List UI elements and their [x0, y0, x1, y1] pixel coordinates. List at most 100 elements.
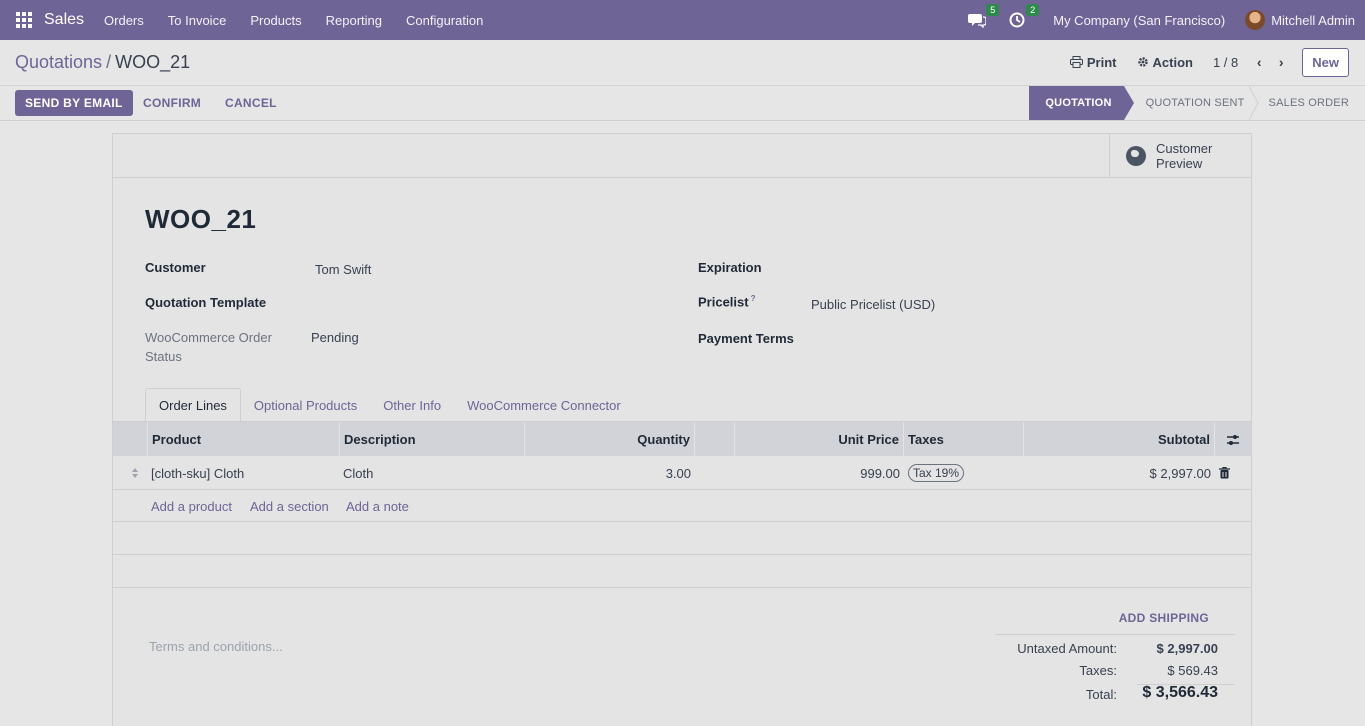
- add-product-link[interactable]: Add a product: [151, 490, 232, 522]
- tab-optional-products[interactable]: Optional Products: [241, 388, 370, 422]
- totals-divider: [995, 634, 1235, 635]
- cancel-button[interactable]: CANCEL: [225, 90, 277, 116]
- breadcrumb-separator: /: [106, 52, 112, 72]
- pricelist-field[interactable]: Public Pricelist (USD): [811, 297, 935, 312]
- tax-tag: Tax 19%: [908, 464, 965, 482]
- woocommerce-status-label: WooCommerce Order Status: [145, 328, 272, 366]
- terms-and-conditions-field[interactable]: Terms and conditions...: [149, 639, 283, 654]
- trash-icon[interactable]: [1215, 456, 1235, 490]
- menu-configuration[interactable]: Configuration: [406, 13, 483, 28]
- table-row[interactable]: [cloth-sku] Cloth Cloth 3.00 999.00 Tax …: [113, 456, 1251, 490]
- menu-reporting[interactable]: Reporting: [326, 13, 382, 28]
- woocommerce-status-value: Pending: [311, 330, 359, 345]
- print-label: Print: [1086, 54, 1117, 70]
- payment-terms-label: Payment Terms: [698, 331, 794, 346]
- blank-column-header: [695, 422, 735, 457]
- pricelist-label: Pricelist?: [698, 294, 755, 309]
- user-menu[interactable]: Mitchell Admin: [1271, 13, 1355, 28]
- column-unit-price[interactable]: Unit Price: [735, 422, 904, 457]
- customer-label: Customer: [145, 260, 206, 275]
- row-taxes[interactable]: Tax 19%: [904, 456, 1024, 490]
- woocommerce-status-label-line2: Status: [145, 349, 182, 364]
- print-button[interactable]: Print: [1069, 54, 1117, 70]
- tab-other-info[interactable]: Other Info: [370, 388, 454, 422]
- add-section-link[interactable]: Add a section: [250, 490, 329, 522]
- row-description[interactable]: Cloth: [339, 456, 525, 490]
- pricelist-help-icon[interactable]: ?: [751, 294, 756, 303]
- print-icon: [1069, 56, 1083, 68]
- breadcrumb: Quotations / WOO_21: [15, 52, 190, 73]
- status-quotation[interactable]: QUOTATION: [1029, 86, 1134, 120]
- untaxed-amount-value: $ 2,997.00: [1156, 641, 1218, 656]
- globe-icon: [1126, 146, 1146, 166]
- customer-preview-button[interactable]: Customer Preview: [1109, 134, 1251, 178]
- expiration-label: Expiration: [698, 260, 762, 275]
- column-subtotal[interactable]: Subtotal: [1024, 422, 1215, 457]
- tab-order-lines[interactable]: Order Lines: [145, 388, 241, 422]
- confirm-button[interactable]: CONFIRM: [143, 90, 201, 116]
- total-label: Total:: [1085, 687, 1117, 702]
- row-subtotal: $ 2,997.00: [1149, 465, 1211, 481]
- menu-orders[interactable]: Orders: [104, 13, 144, 28]
- top-navbar: Sales Orders To Invoice Products Reporti…: [0, 0, 1365, 40]
- control-panel: Quotations / WOO_21 Print Action 1 / 8 ‹ ›…: [0, 40, 1365, 121]
- activities-clock-icon[interactable]: 2: [1007, 4, 1040, 30]
- action-button[interactable]: Action: [1137, 55, 1193, 70]
- status-sales-order[interactable]: SALES ORDER: [1259, 86, 1365, 120]
- new-button[interactable]: New: [1302, 47, 1349, 77]
- column-product[interactable]: Product: [148, 422, 340, 457]
- menu-products[interactable]: Products: [250, 13, 301, 28]
- app-name[interactable]: Sales: [44, 11, 84, 29]
- quotation-template-field[interactable]: [315, 295, 655, 313]
- add-shipping-button[interactable]: ADD SHIPPING: [1119, 611, 1209, 625]
- taxes-row: Taxes: $ 569.43: [995, 663, 1235, 685]
- column-taxes[interactable]: Taxes: [904, 422, 1024, 457]
- row-product[interactable]: [cloth-sku] Cloth: [147, 456, 340, 490]
- column-description[interactable]: Description: [340, 422, 525, 457]
- menu-to-invoice[interactable]: To Invoice: [168, 13, 227, 28]
- send-by-email-button[interactable]: SEND BY EMAIL: [15, 90, 133, 116]
- form-sheet: Customer Preview WOO_21 Customer Tom Swi…: [112, 133, 1252, 726]
- messages-icon[interactable]: 5: [967, 4, 1000, 30]
- notebook-tabs: Order Lines Optional Products Other Info…: [145, 388, 634, 422]
- pager-next-icon[interactable]: ›: [1270, 54, 1292, 70]
- taxes-label: Taxes:: [1079, 663, 1117, 678]
- customer-field[interactable]: Tom Swift: [315, 262, 371, 277]
- empty-row: [113, 522, 1251, 555]
- woocommerce-status-label-line1: WooCommerce Order: [145, 330, 272, 345]
- pager-previous-icon[interactable]: ‹: [1248, 54, 1270, 70]
- add-line-row: Add a product Add a section Add a note: [113, 490, 1251, 522]
- row-quantity[interactable]: 3.00: [525, 456, 695, 490]
- apps-menu-icon[interactable]: [16, 12, 32, 28]
- customer-preview-line1: Customer: [1156, 141, 1213, 156]
- pager-value[interactable]: 1 / 8: [1213, 55, 1238, 70]
- untaxed-amount-label: Untaxed Amount:: [1017, 641, 1117, 656]
- activities-count-badge: 2: [1026, 4, 1040, 16]
- breadcrumb-quotations[interactable]: Quotations: [15, 52, 102, 72]
- gear-icon: [1137, 57, 1148, 67]
- order-lines-header: Product Description Quantity Unit Price …: [113, 421, 1251, 457]
- record-title: WOO_21: [145, 204, 257, 234]
- expiration-field[interactable]: [811, 260, 1111, 278]
- action-label: Action: [1152, 54, 1193, 70]
- taxes-value: $ 569.43: [1167, 663, 1218, 678]
- handle-column-header: [113, 422, 148, 457]
- add-note-link[interactable]: Add a note: [346, 490, 409, 522]
- record-actions: Print Action 1 / 8 ‹ › New: [1069, 46, 1365, 78]
- column-quantity[interactable]: Quantity: [525, 422, 695, 457]
- row-unit-price[interactable]: 999.00: [735, 456, 904, 490]
- total-value: $ 3,566.43: [1142, 684, 1218, 701]
- company-switcher[interactable]: My Company (San Francisco): [1053, 13, 1225, 28]
- customer-preview-line2: Preview: [1156, 156, 1203, 171]
- customer-preview-label: Customer Preview: [1156, 141, 1212, 171]
- payment-terms-field[interactable]: [811, 331, 1111, 349]
- pricelist-label-text: Pricelist: [698, 294, 749, 310]
- status-quotation-sent[interactable]: QUOTATION SENT: [1124, 86, 1261, 120]
- optional-columns-icon[interactable]: [1215, 422, 1251, 457]
- quotation-template-label: Quotation Template: [145, 295, 267, 310]
- user-avatar[interactable]: [1245, 10, 1266, 30]
- drag-handle-icon[interactable]: [127, 456, 147, 490]
- untaxed-amount-row: Untaxed Amount: $ 2,997.00: [995, 641, 1235, 663]
- messages-count-badge: 5: [986, 4, 1000, 16]
- tab-woocommerce-connector[interactable]: WooCommerce Connector: [454, 388, 634, 422]
